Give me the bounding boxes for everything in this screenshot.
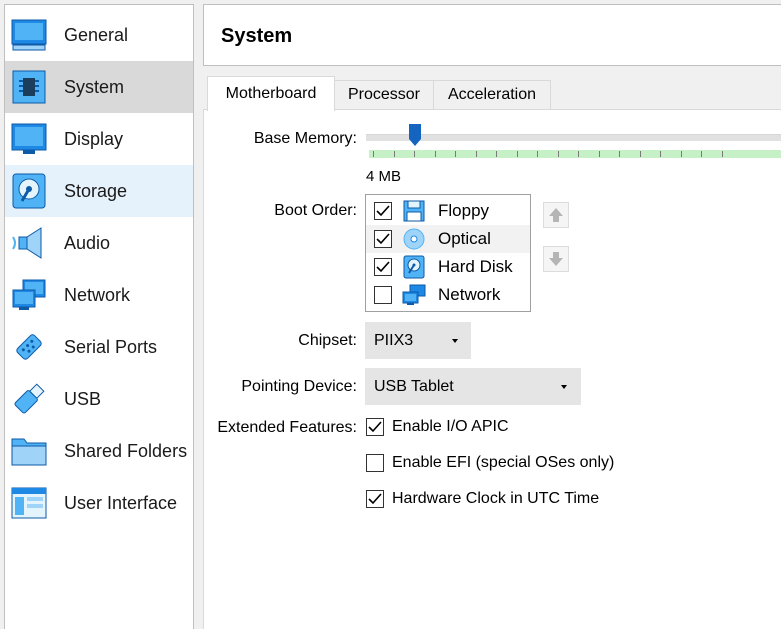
- sidebar-item-storage[interactable]: Storage: [5, 165, 193, 217]
- floppy-icon: [402, 199, 426, 223]
- sidebar-item-serial-ports[interactable]: Serial Ports: [5, 321, 193, 373]
- chipset-value: PIIX3: [374, 331, 414, 349]
- checkbox[interactable]: [366, 418, 384, 436]
- boot-item-hard-disk[interactable]: Hard Disk: [366, 253, 530, 281]
- sidebar-item-display[interactable]: Display: [5, 113, 193, 165]
- sidebar-item-label: Storage: [64, 180, 128, 201]
- sidebar-item-network[interactable]: Network: [5, 269, 193, 321]
- general-icon: [10, 16, 48, 54]
- usb-icon: [10, 380, 48, 418]
- settings-sidebar: General System Display Storage Audio Net…: [4, 4, 194, 629]
- hard-disk-icon: [402, 255, 426, 279]
- motherboard-panel: Base Memory: 4 MB Boot Order: Floppy Opt…: [203, 109, 781, 629]
- option-label: Enable I/O APIC: [392, 418, 509, 435]
- slider-tick: [578, 151, 579, 157]
- enable-io-apic-option[interactable]: Enable I/O APIC: [366, 418, 509, 436]
- base-memory-recommended-range: [369, 150, 781, 158]
- sidebar-item-label: User Interface: [64, 492, 178, 513]
- slider-tick: [701, 151, 702, 157]
- pointing-device-label: Pointing Device:: [241, 378, 357, 395]
- slider-tick: [373, 151, 374, 157]
- base-memory-slider-track[interactable]: [366, 134, 781, 141]
- slider-tick: [434, 151, 436, 157]
- chipset-select[interactable]: PIIX3: [365, 322, 471, 359]
- chevron-down-icon: [561, 385, 567, 389]
- slider-tick: [619, 151, 620, 157]
- boot-item-optical[interactable]: Optical: [366, 225, 530, 253]
- tab-processor[interactable]: Processor: [334, 80, 434, 109]
- sidebar-item-label: Network: [64, 284, 131, 305]
- slider-tick: [660, 151, 661, 157]
- pointing-device-select[interactable]: USB Tablet: [365, 368, 581, 405]
- move-up-button[interactable]: [543, 202, 569, 228]
- slider-tick: [721, 151, 723, 157]
- boot-item-network[interactable]: Network: [366, 281, 530, 309]
- system-icon: [10, 68, 48, 106]
- slider-tick: [475, 151, 477, 157]
- tab-acceleration[interactable]: Acceleration: [433, 80, 551, 109]
- base-memory-slider-handle[interactable]: [409, 124, 421, 146]
- tab-motherboard[interactable]: Motherboard: [207, 76, 335, 111]
- page-header: System: [203, 4, 781, 66]
- boot-item-floppy[interactable]: Floppy: [366, 197, 530, 225]
- move-down-button[interactable]: [543, 246, 569, 272]
- user-interface-icon: [10, 484, 48, 522]
- sidebar-item-user-interface[interactable]: User Interface: [5, 477, 193, 529]
- chipset-label: Chipset:: [298, 332, 357, 349]
- display-icon: [10, 120, 48, 158]
- option-label: Enable EFI (special OSes only): [392, 454, 615, 471]
- slider-tick: [557, 151, 559, 157]
- shared-folders-icon: [10, 432, 48, 470]
- boot-order-label: Boot Order:: [274, 202, 357, 219]
- boot-item-label: Floppy: [438, 201, 490, 220]
- checkbox[interactable]: [366, 490, 384, 508]
- storage-icon: [10, 172, 48, 210]
- boot-item-label: Network: [438, 285, 501, 304]
- slider-tick: [537, 151, 538, 157]
- chevron-down-icon: [452, 339, 458, 343]
- base-memory-value: 4 MB: [366, 168, 402, 185]
- enable-efi-option[interactable]: Enable EFI (special OSes only): [366, 454, 614, 472]
- sidebar-item-label: General: [64, 24, 129, 45]
- sidebar-item-label: USB: [64, 388, 102, 409]
- checkbox[interactable]: [374, 230, 392, 248]
- pointing-device-value: USB Tablet: [374, 377, 454, 395]
- sidebar-item-label: Audio: [64, 232, 111, 253]
- checkbox[interactable]: [366, 454, 384, 472]
- sidebar-item-system[interactable]: System: [5, 61, 193, 113]
- network-icon: [10, 276, 48, 314]
- sidebar-item-label: Serial Ports: [64, 336, 158, 357]
- slider-tick: [598, 151, 600, 157]
- hardware-clock-utc-option[interactable]: Hardware Clock in UTC Time: [366, 490, 599, 508]
- option-label: Hardware Clock in UTC Time: [392, 490, 600, 507]
- boot-item-label: Hard Disk: [438, 257, 513, 276]
- boot-order-list[interactable]: Floppy Optical Hard Disk Network: [365, 194, 531, 312]
- sidebar-item-audio[interactable]: Audio: [5, 217, 193, 269]
- checkbox[interactable]: [374, 202, 392, 220]
- slider-tick: [680, 151, 682, 157]
- base-memory-label: Base Memory:: [253, 130, 357, 147]
- boot-item-label: Optical: [438, 229, 491, 248]
- sidebar-item-label: System: [64, 76, 125, 97]
- sidebar-item-label: Display: [64, 128, 124, 149]
- sidebar-item-usb[interactable]: USB: [5, 373, 193, 425]
- slider-tick: [496, 151, 497, 157]
- checkbox[interactable]: [374, 258, 392, 276]
- sidebar-item-general[interactable]: General: [5, 9, 193, 61]
- slider-tick: [639, 151, 641, 157]
- extended-features-label: Extended Features:: [217, 419, 357, 436]
- slider-tick: [455, 151, 456, 157]
- slider-tick: [414, 151, 415, 157]
- slider-tick: [516, 151, 518, 157]
- serial-ports-icon: [10, 328, 48, 366]
- sidebar-item-label: Shared Folders: [64, 440, 188, 461]
- tab-bar: Motherboard Processor Acceleration: [203, 76, 781, 111]
- sidebar-item-shared-folders[interactable]: Shared Folders: [5, 425, 193, 477]
- network-icon: [402, 283, 426, 307]
- audio-icon: [10, 224, 48, 262]
- optical-disc-icon: [402, 227, 426, 251]
- checkbox[interactable]: [374, 286, 392, 304]
- slider-tick: [393, 151, 395, 157]
- page-title: System: [221, 25, 293, 47]
